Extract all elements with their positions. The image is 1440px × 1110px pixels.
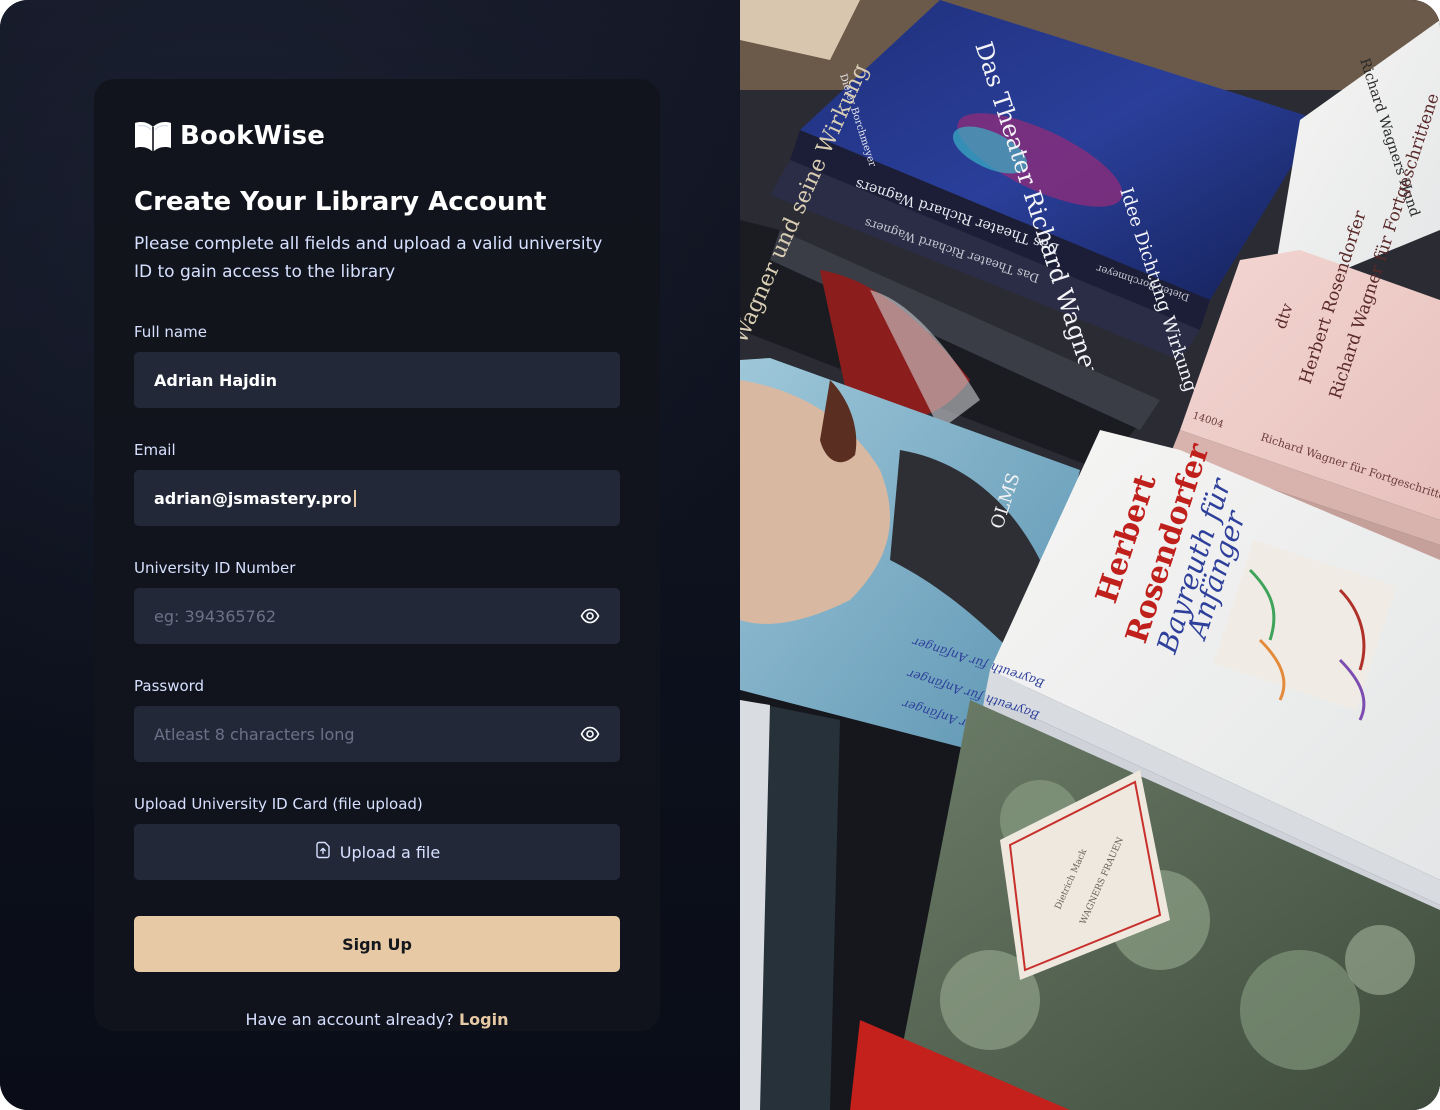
- login-link[interactable]: Login: [459, 1010, 509, 1029]
- university-id-input[interactable]: eg: 394365762: [134, 588, 620, 645]
- books-illustration: Das Theater Richard Wagners Idee Dichtun…: [740, 0, 1440, 1110]
- login-prompt-text: Have an account already?: [245, 1010, 454, 1030]
- upload-file-button[interactable]: Upload a file: [134, 824, 620, 881]
- signup-card: BookWise Create Your Library Account Ple…: [94, 79, 660, 1031]
- signup-screen: BookWise Create Your Library Account Ple…: [0, 0, 1440, 1110]
- email-value: adrian@jsmastery.pro: [154, 488, 352, 508]
- page-title: Create Your Library Account: [134, 187, 547, 217]
- university-id-placeholder: eg: 394365762: [154, 606, 277, 626]
- email-label: Email: [134, 441, 176, 460]
- full-name-label: Full name: [134, 323, 207, 342]
- books-photo: Das Theater Richard Wagners Idee Dichtun…: [740, 0, 1440, 1110]
- eye-icon[interactable]: [580, 724, 600, 744]
- password-input[interactable]: Atleast 8 characters long: [134, 706, 620, 763]
- id-card-upload-field: Upload University ID Card (file upload) …: [134, 794, 620, 881]
- text-caret: [353, 489, 356, 507]
- university-id-field: University ID Number eg: 394365762: [134, 558, 620, 645]
- file-upload-icon: [314, 841, 332, 863]
- form-panel: BookWise Create Your Library Account Ple…: [0, 0, 740, 1110]
- login-prompt: Have an account already? Login: [134, 1010, 620, 1029]
- open-book-icon: [134, 119, 172, 153]
- id-card-upload-label: Upload University ID Card (file upload): [134, 795, 423, 814]
- eye-icon[interactable]: [580, 606, 600, 626]
- full-name-value: Adrian Hajdin: [154, 370, 277, 390]
- full-name-field: Full name Adrian Hajdin: [134, 322, 620, 409]
- password-label: Password: [134, 677, 205, 696]
- upload-file-label: Upload a file: [339, 842, 441, 862]
- university-id-label: University ID Number: [134, 559, 296, 578]
- page-subtitle: Please complete all fields and upload a …: [134, 234, 603, 283]
- password-placeholder: Atleast 8 characters long: [154, 724, 355, 744]
- password-field: Password Atleast 8 characters long: [134, 676, 620, 763]
- full-name-input[interactable]: Adrian Hajdin: [134, 352, 620, 409]
- email-input[interactable]: adrian@jsmastery.pro: [134, 470, 620, 527]
- sign-up-button[interactable]: Sign Up: [134, 916, 620, 973]
- email-field: Email adrian@jsmastery.pro: [134, 440, 620, 527]
- brand-name: BookWise: [180, 121, 326, 151]
- brand: BookWise: [134, 119, 620, 153]
